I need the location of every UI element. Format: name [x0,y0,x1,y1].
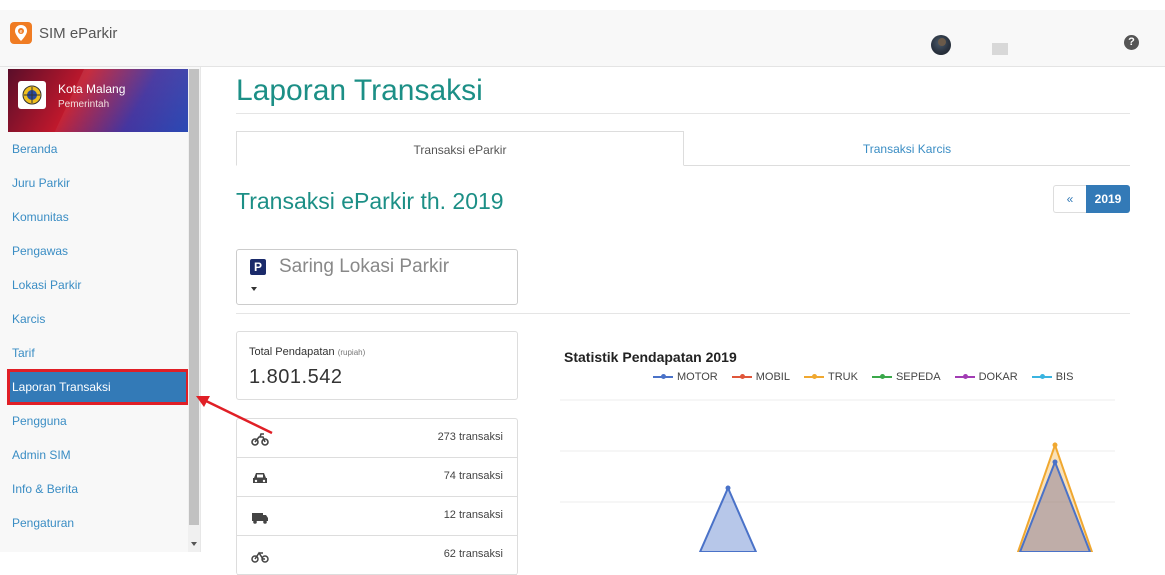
language-flag-icon[interactable] [992,43,1008,55]
legend-item-dokar[interactable]: DOKAR [954,371,1018,383]
tab-transaksi-eparkir[interactable]: Transaksi eParkir [236,131,684,166]
organization-card: Kota Malang Pemerintah [8,69,188,132]
brand[interactable]: e SIM eParkir [10,22,117,44]
car-icon [253,473,267,483]
sidebar-scrollbar[interactable] [188,69,200,552]
previous-year-button[interactable]: « [1053,185,1086,213]
legend-swatch [653,374,673,379]
help-icon[interactable]: ? [1124,35,1139,50]
tab-bar: Transaksi eParkir Transaksi Karcis [236,131,1130,166]
truck-icon [252,513,268,524]
section-title: Transaksi eParkir th. 2019 [236,188,504,214]
city-emblem-icon [18,81,46,109]
user-avatar[interactable] [931,35,951,55]
top-navbar: e SIM eParkir ? [0,0,1165,67]
transaction-count: 273 transaksi [437,431,503,443]
legend-swatch [803,374,824,379]
legend-label: DOKAR [978,371,1018,383]
legend-item-sepeda[interactable]: SEPEDA [871,371,941,383]
svg-text:e: e [20,29,23,35]
total-revenue-label: Total Pendapatan (rupiah) [249,346,366,358]
revenue-chart: Statistik Pendapatan 2019 MOTOR MOBIL TR… [560,340,1130,552]
data-point-motor [1052,459,1058,465]
chart-title: Statistik Pendapatan 2019 [564,349,737,365]
transaction-list: 273 transaksi 74 transaksi 12 transaksi … [236,418,518,575]
series-area-motor [1018,459,1092,552]
section-divider [236,313,1130,314]
total-revenue-unit: (rupiah) [337,348,366,357]
data-point-motor [725,485,731,491]
sidebar-item-karcis[interactable]: Karcis [8,302,188,336]
sidebar: Kota Malang Pemerintah Beranda Juru Park… [0,67,201,552]
sidebar-item-admin-sim[interactable]: Admin SIM [8,438,188,472]
legend-swatch [1031,374,1052,379]
data-point-truk [1052,442,1058,448]
sidebar-item-tarif[interactable]: Tarif [8,336,188,370]
scroll-down-arrow-icon[interactable] [191,542,197,546]
current-year-button[interactable]: 2019 [1086,185,1130,213]
title-divider [236,113,1130,114]
parking-location-filter[interactable]: P Saring Lokasi Parkir [236,249,518,305]
tab-transaksi-karcis[interactable]: Transaksi Karcis [684,131,1130,166]
legend-swatch [731,374,752,379]
legend-item-motor[interactable]: MOTOR [653,371,718,383]
transaction-row-car: 74 transaksi [237,458,517,497]
organization-subtitle: Pemerintah [58,99,110,110]
sidebar-item-lokasi-parkir[interactable]: Lokasi Parkir [8,268,188,302]
legend-label: BIS [1055,371,1074,383]
sidebar-item-pengaturan[interactable]: Pengaturan [8,506,188,540]
sidebar-item-pengawas[interactable]: Pengawas [8,234,188,268]
legend-swatch [871,374,892,379]
legend-swatch [954,374,975,379]
legend-label: SEPEDA [895,371,941,383]
legend-item-mobil[interactable]: MOBIL [731,371,790,383]
filter-placeholder: Saring Lokasi Parkir [279,256,450,277]
bicycle-icon [251,551,269,563]
dropdown-caret-icon[interactable] [251,287,257,291]
transaction-count: 62 transaksi [443,548,503,560]
sidebar-item-juru-parkir[interactable]: Juru Parkir [8,166,188,200]
sidebar-menu: Beranda Juru Parkir Komunitas Pengawas L… [7,132,189,540]
sidebar-item-beranda[interactable]: Beranda [8,132,188,166]
scrollbar-thumb[interactable] [189,69,199,525]
page-title: Laporan Transaksi [236,74,483,107]
transaction-count: 12 transaksi [443,509,503,521]
series-area-motor [698,485,758,552]
transaction-count: 74 transaksi [443,470,503,482]
legend-item-truk[interactable]: TRUK [803,371,858,383]
year-pager: « 2019 [1053,185,1130,213]
eparkir-logo-icon: e [10,22,32,44]
total-revenue-card: Total Pendapatan (rupiah) 1.801.542 [236,331,518,400]
sidebar-item-pengguna[interactable]: Pengguna [8,404,188,438]
legend-label: MOBIL [755,371,790,383]
transaction-row-bicycle: 62 transaksi [237,536,517,575]
chart-legend: MOTOR MOBIL TRUK SEPEDA DOKAR BIS [653,371,1073,383]
legend-label: MOTOR [677,371,718,383]
app-title: SIM eParkir [39,24,118,42]
parking-icon: P [250,259,266,275]
transaction-row-truck: 12 transaksi [237,497,517,536]
organization-name: Kota Malang [58,82,126,96]
legend-item-bis[interactable]: BIS [1031,371,1074,383]
total-revenue-value: 1.801.542 [249,366,343,388]
sidebar-item-komunitas[interactable]: Komunitas [8,200,188,234]
legend-label: TRUK [827,371,858,383]
sidebar-item-info-berita[interactable]: Info & Berita [8,472,188,506]
motorcycle-icon [251,433,269,446]
sidebar-item-laporan-transaksi[interactable]: Laporan Transaksi [7,369,189,405]
transaction-row-motor: 273 transaksi [237,419,517,458]
